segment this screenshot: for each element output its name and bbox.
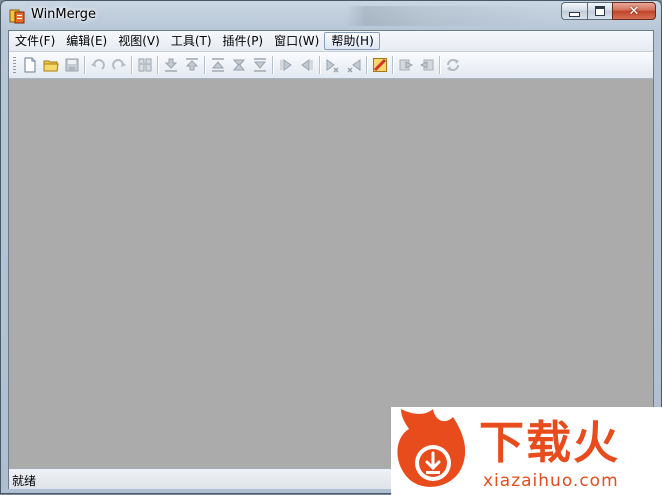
new-file-icon <box>24 57 35 73</box>
flame-logo-icon <box>397 409 466 487</box>
toolbar-separator <box>366 56 367 74</box>
current-diff-button[interactable] <box>228 55 249 75</box>
redo-icon <box>111 59 126 70</box>
menu-tools[interactable]: 工具(T) <box>165 32 217 50</box>
watermark-overlay: 下载火 xiazaihuo.com <box>391 407 662 495</box>
copy-all-left-button[interactable] <box>416 55 437 75</box>
merge-view-icon <box>138 58 151 72</box>
copy-right-advance-icon <box>326 59 339 73</box>
undo-button[interactable] <box>87 55 108 75</box>
background-window-ghost <box>346 6 546 26</box>
options-button[interactable] <box>369 55 390 75</box>
copy-right-button[interactable] <box>275 55 296 75</box>
toolbar-separator <box>204 56 205 74</box>
menu-edit[interactable]: 编辑(E) <box>60 32 112 50</box>
last-diff-icon <box>253 58 266 72</box>
options-icon <box>372 58 387 72</box>
merge-view-button[interactable] <box>134 55 155 75</box>
toolbar-separator <box>439 56 440 74</box>
close-button[interactable]: ✕ <box>612 2 656 20</box>
copy-left-icon <box>300 59 313 71</box>
open-button[interactable] <box>40 55 61 75</box>
watermark-url: xiazaihuo.com <box>483 471 619 491</box>
toolbar-separator <box>131 56 132 74</box>
next-diff-button[interactable] <box>160 55 181 75</box>
refresh-icon <box>446 59 459 71</box>
toolbar-separator <box>272 56 273 74</box>
copy-all-right-icon <box>399 59 413 71</box>
app-window: WinMerge ✕ 文件(F) 编辑(E) 视图(V) 工具(T) 插件(P)… <box>0 0 662 495</box>
menu-plugins[interactable]: 插件(P) <box>217 32 269 50</box>
menu-file[interactable]: 文件(F) <box>9 32 60 50</box>
minimize-icon <box>569 11 580 17</box>
copy-right-advance-button[interactable] <box>322 55 343 75</box>
redo-button[interactable] <box>108 55 129 75</box>
toolbar-grip[interactable] <box>13 57 16 73</box>
copy-left-button[interactable] <box>296 55 317 75</box>
title-bar[interactable]: WinMerge ✕ <box>1 1 661 29</box>
refresh-button[interactable] <box>442 55 463 75</box>
maximize-icon <box>595 6 605 16</box>
menu-window[interactable]: 窗口(W) <box>268 32 324 50</box>
toolbar-separator <box>157 56 158 74</box>
copy-left-advance-icon <box>346 59 360 73</box>
first-diff-button[interactable] <box>207 55 228 75</box>
toolbar-separator <box>84 56 85 74</box>
maximize-button[interactable] <box>587 2 612 20</box>
caption-buttons: ✕ <box>561 2 656 21</box>
first-diff-icon <box>211 58 224 72</box>
close-icon: ✕ <box>628 3 640 19</box>
copy-all-right-button[interactable] <box>395 55 416 75</box>
copy-all-left-icon <box>419 59 433 71</box>
new-button[interactable] <box>19 55 40 75</box>
status-text: 就绪 <box>12 474 37 488</box>
window-title: WinMerge <box>31 7 96 22</box>
last-diff-button[interactable] <box>249 55 270 75</box>
watermark-brand: 下载火 <box>479 416 621 469</box>
minimize-button[interactable] <box>561 2 587 20</box>
toolbar <box>9 52 653 79</box>
prev-diff-icon <box>185 58 198 71</box>
menu-help[interactable]: 帮助(H) <box>324 32 380 50</box>
copy-left-advance-button[interactable] <box>343 55 364 75</box>
menu-bar: 文件(F) 编辑(E) 视图(V) 工具(T) 插件(P) 窗口(W) 帮助(H… <box>9 31 653 52</box>
copy-right-icon <box>279 59 292 71</box>
prev-diff-button[interactable] <box>181 55 202 75</box>
toolbar-separator <box>392 56 393 74</box>
save-icon <box>65 58 78 72</box>
toolbar-separator <box>319 56 320 74</box>
winmerge-app-icon <box>9 9 25 24</box>
open-folder-icon <box>43 60 59 72</box>
menu-view[interactable]: 视图(V) <box>112 32 165 50</box>
undo-icon <box>90 59 105 70</box>
next-diff-icon <box>164 58 177 72</box>
save-button[interactable] <box>61 55 82 75</box>
current-diff-icon <box>232 59 245 71</box>
